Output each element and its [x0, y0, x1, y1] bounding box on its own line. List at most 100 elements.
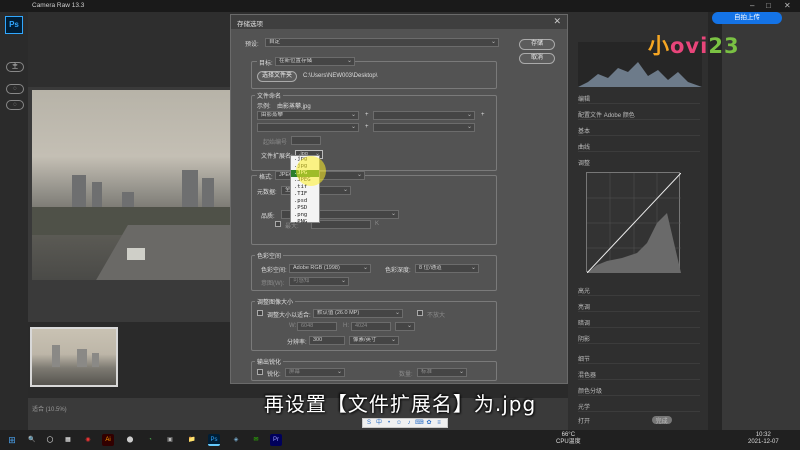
color-depth-select[interactable]: 8 位/通道 ⌄ — [415, 264, 479, 273]
width-input[interactable]: 6048 — [297, 322, 337, 331]
taskbar-wechat-icon[interactable]: ✉ — [250, 434, 262, 446]
limit-size-input[interactable] — [311, 220, 371, 229]
resolution-unit-select[interactable]: 像素/英寸 ⌄ — [349, 336, 399, 345]
start-icon[interactable]: ⊞ — [6, 434, 18, 446]
ime-emoji-icon[interactable]: ☺ — [395, 419, 403, 427]
curve-graph — [586, 172, 682, 274]
minimize-icon[interactable]: – — [750, 1, 754, 10]
start-number-input[interactable] — [291, 136, 321, 145]
taskbar-photoshop-icon[interactable]: Ps — [208, 434, 220, 446]
color-space-group — [251, 255, 497, 291]
panel-item-mixer[interactable]: 混色器 — [578, 368, 700, 380]
sharpen-legend: 输出锐化 — [255, 357, 284, 366]
panel-item-lights[interactable]: 亮调 — [578, 300, 700, 312]
destination-label: 目标: — [257, 58, 275, 67]
limit-size-checkbox[interactable] — [275, 221, 281, 227]
name-part-4-select[interactable]: ⌄ — [373, 123, 475, 132]
preset-select[interactable]: 自定 ⌄ — [265, 38, 499, 47]
panel-item-darks[interactable]: 暗调 — [578, 316, 700, 328]
name-part-2-select[interactable]: ⌄ — [373, 111, 475, 120]
extension-option[interactable]: .PSD — [291, 205, 319, 212]
sharpen-select[interactable]: 屏幕 ⌄ — [285, 368, 345, 377]
taskbar-app2-icon[interactable]: ▣ — [164, 434, 176, 446]
dialog-close-icon[interactable]: ✕ — [553, 16, 561, 27]
ime-voice-icon[interactable]: ♪ — [405, 419, 413, 427]
sidebar-tab-main[interactable]: 主 — [6, 62, 24, 72]
ime-menu-icon[interactable]: ≡ — [435, 419, 443, 427]
taskbar-app3-icon[interactable]: ◈ — [230, 434, 242, 446]
format-label: 格式: — [257, 172, 275, 181]
sidebar-tab-2[interactable]: ◌ — [6, 84, 24, 94]
name-part-3-select[interactable]: ⌄ — [257, 123, 359, 132]
panel-item-adjust[interactable]: 调整 — [578, 156, 700, 168]
ime-keyboard-icon[interactable]: ⌨ — [415, 419, 424, 427]
panel-item-profile[interactable]: 配置文件 Adobe 颜色 — [578, 108, 700, 120]
plus-sign-2: + — [481, 112, 485, 118]
sharpen-amount-label: 数量: — [399, 372, 413, 378]
sharpen-amount-select[interactable]: 标准 ⌄ — [417, 368, 467, 377]
name-part-1-select[interactable]: 由影蒸攀 ⌄ — [257, 111, 359, 120]
taskbar-illustrator-icon[interactable]: Ai — [102, 434, 114, 446]
close-icon[interactable]: ✕ — [784, 1, 791, 10]
photoshop-logo: Ps — [5, 16, 23, 34]
maximize-icon[interactable]: □ — [766, 1, 771, 10]
cpu-temperature: 66°C CPU温度 — [556, 432, 581, 446]
ime-logo-icon[interactable]: S — [365, 419, 373, 427]
example-value: 由影蒸攀.jpg — [277, 104, 311, 110]
filmstrip-thumbnail[interactable] — [30, 327, 118, 387]
panel-item-basic[interactable]: 基本 — [578, 124, 700, 136]
choose-folder-button[interactable]: 选择文件夹 — [257, 71, 297, 82]
no-enlarge-checkbox[interactable] — [417, 310, 423, 316]
open-button[interactable]: 打开 — [578, 419, 590, 425]
ime-mode-icon[interactable]: 中 — [375, 419, 383, 427]
taskbar-taskview-icon[interactable]: ▦ — [62, 434, 74, 446]
cursor-highlight — [296, 156, 326, 186]
resize-fit-label: 调整大小以适合: — [267, 313, 311, 319]
cancel-button[interactable]: 取消 — [519, 53, 555, 64]
plus-sign-3: + — [365, 124, 369, 130]
ime-skin-icon[interactable]: ✿ — [425, 419, 433, 427]
extension-option[interactable]: .PNG — [291, 219, 319, 226]
intent-select[interactable]: 可感知 ⌄ — [289, 277, 349, 286]
upload-button[interactable]: 自拍上传 — [712, 12, 782, 24]
clock[interactable]: 10:32 2021-12-07 — [748, 432, 779, 446]
plus-sign-1: + — [365, 112, 369, 118]
extension-option[interactable]: .TIF — [291, 191, 319, 198]
cpu-temp-value: 66°C — [561, 432, 576, 438]
panel-item-shadows[interactable]: 阴影 — [578, 332, 700, 344]
tone-curve[interactable] — [586, 172, 682, 274]
taskbar-cortana-icon[interactable]: ◯ — [44, 434, 56, 446]
resize-checkbox[interactable] — [257, 310, 263, 316]
taskbar-explorer-icon[interactable]: 📁 — [186, 434, 198, 446]
panel-item-detail[interactable]: 细节 — [578, 352, 700, 364]
taskbar-search-icon[interactable]: 🔍 — [26, 434, 38, 446]
color-space-select[interactable]: Adobe RGB (1998) ⌄ — [289, 264, 371, 273]
tools-strip — [708, 12, 722, 430]
panel-item-edit[interactable]: 编辑 — [578, 92, 700, 104]
done-button[interactable]: 完成 — [651, 416, 672, 425]
color-space-legend: 色彩空间 — [255, 251, 284, 260]
resolution-input[interactable]: 300 — [309, 336, 345, 345]
bus — [127, 248, 145, 260]
destination-select[interactable]: 在新位置存储 ⌄ — [275, 57, 355, 66]
taskbar-chrome-icon[interactable]: ◔ — [144, 434, 156, 446]
ime-punct-icon[interactable]: • — [385, 419, 393, 427]
panel-item-curves[interactable]: 曲线 — [578, 140, 700, 152]
example-label: 示例: — [257, 104, 271, 110]
sharpen-checkbox[interactable] — [257, 369, 263, 375]
taskbar-app-icon[interactable]: ⬤ — [124, 434, 136, 446]
dialog-titlebar: 存储选项 ✕ — [231, 15, 567, 29]
video-caption: 再设置【文件扩展名】为.jpg — [263, 392, 537, 416]
profile-value: Adobe 颜色 — [603, 113, 635, 119]
taskbar-record-icon[interactable]: ◉ — [82, 434, 94, 446]
resize-fit-select[interactable]: 默认值 (26.0 MP) ⌄ — [313, 309, 403, 318]
resize-unit-select[interactable]: ⌄ — [395, 322, 415, 331]
extension-label: 文件扩展名: — [261, 154, 293, 160]
save-button[interactable]: 存储 — [519, 39, 555, 50]
extension-option[interactable]: .psd — [291, 198, 319, 205]
panel-item-highlights[interactable]: 高光 — [578, 284, 700, 296]
height-input[interactable]: 4024 — [351, 322, 391, 331]
sidebar-tab-3[interactable]: ◌ — [6, 100, 24, 110]
extension-option[interactable]: .png — [291, 212, 319, 219]
taskbar-premiere-icon[interactable]: Pr — [270, 434, 282, 446]
